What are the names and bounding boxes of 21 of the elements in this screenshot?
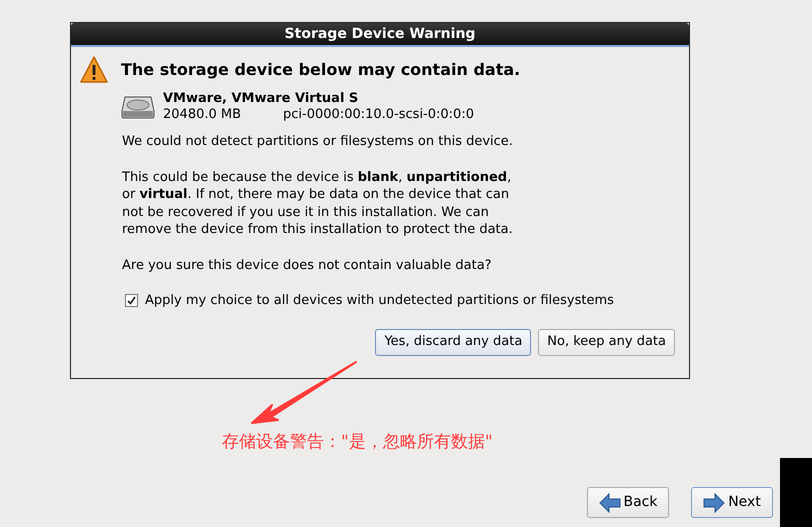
next-button[interactable]: Next: [691, 487, 773, 518]
apply-all-label: Apply my choice to all devices with undetected partitions or filesystems: [145, 292, 614, 310]
dialog-title: Storage Device Warning: [71, 23, 689, 47]
message-text: Are you sure this device does not contain valuable data?: [122, 256, 493, 274]
message-text: This could be because the device is blank, unpartitioned, or virtual. If not, there may be data on the device that can not be recovered if you use it in this installation. We can remove the device from this installation to protect the data.: [122, 168, 514, 238]
apply-all-checkbox[interactable]: [125, 294, 138, 308]
screen-edge: [780, 458, 812, 527]
hard-drive-icon: [121, 94, 155, 120]
warning-icon: [79, 55, 109, 85]
back-button[interactable]: Back: [587, 487, 669, 518]
left-arrow-icon: [598, 492, 620, 512]
message-text: We could not detect partitions or filesystems on this device.: [122, 133, 514, 150]
annotation-caption: 存储设备警告："是，忽略所有数据": [222, 431, 493, 454]
checkmark-icon: [127, 296, 136, 306]
device-size: 20480.0 MB: [163, 107, 242, 123]
device-path: pci-0000:00:10.0-scsi-0:0:0:0: [283, 107, 474, 123]
right-arrow-icon: [703, 492, 726, 512]
dialog-button[interactable]: No, keep any data: [538, 328, 675, 356]
dialog-button[interactable]: Yes, discard any data: [375, 328, 532, 356]
device-name: VMware, VMware Virtual S: [163, 91, 360, 107]
warning-heading: The storage device below may contain data.: [121, 59, 520, 81]
